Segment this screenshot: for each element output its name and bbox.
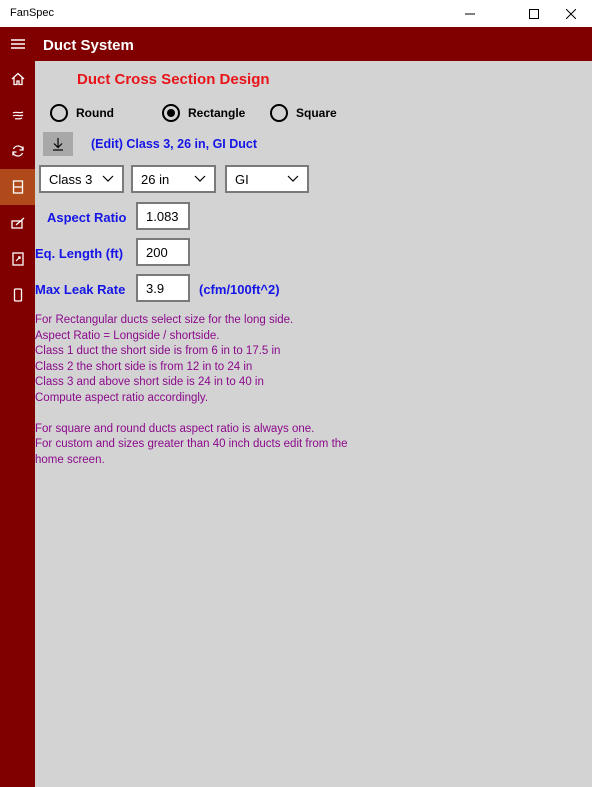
duct-icon bbox=[12, 180, 23, 194]
eq-length-label: Eq. Length (ft) bbox=[35, 246, 124, 261]
max-leak-label: Max Leak Rate bbox=[35, 282, 126, 297]
info-line: Compute aspect ratio accordingly. bbox=[35, 391, 209, 404]
info-line: For custom and sizes greater than 40 inc… bbox=[35, 438, 348, 450]
sidebar bbox=[0, 61, 35, 787]
app-title: FanSpec bbox=[10, 7, 55, 19]
sidebar-item-home[interactable] bbox=[0, 61, 35, 97]
chevron-down-icon bbox=[102, 175, 114, 182]
window-title-bar: FanSpec bbox=[0, 0, 592, 27]
radio-rectangle[interactable]: Rectangle bbox=[162, 103, 245, 123]
eq-length-field[interactable]: 200 bbox=[136, 238, 190, 266]
radio-round[interactable]: Round bbox=[50, 103, 114, 123]
max-leak-field[interactable]: 3.9 bbox=[136, 274, 190, 302]
sidebar-item-document[interactable] bbox=[0, 241, 35, 277]
class-select-value: Class 3 bbox=[49, 171, 93, 187]
radio-circle-checked bbox=[162, 104, 180, 122]
class-select[interactable]: Class 3 bbox=[39, 165, 124, 193]
aspect-ratio-field[interactable]: 1.083 bbox=[136, 202, 190, 230]
gauge-icon bbox=[10, 217, 24, 229]
info-line: Class 3 and above short side is 24 in to… bbox=[35, 376, 264, 388]
app-header: Duct System bbox=[0, 27, 592, 61]
maximize-button[interactable] bbox=[516, 0, 551, 27]
main-content: Duct Cross Section Design Round Rectangl… bbox=[35, 61, 592, 787]
radio-round-label: Round bbox=[76, 106, 114, 120]
minimize-button[interactable] bbox=[452, 0, 487, 27]
size-select[interactable]: 26 in bbox=[131, 165, 216, 193]
load-button[interactable] bbox=[43, 132, 73, 156]
sidebar-item-duct[interactable] bbox=[0, 169, 35, 205]
section-title: Duct Cross Section Design bbox=[77, 71, 270, 88]
page-title: Duct System bbox=[43, 37, 134, 54]
radio-dot bbox=[167, 109, 175, 117]
refresh-icon bbox=[11, 145, 24, 157]
size-select-value: 26 in bbox=[141, 171, 170, 187]
radio-rectangle-label: Rectangle bbox=[188, 106, 246, 120]
fan-icon bbox=[12, 111, 23, 120]
sidebar-item-gauge[interactable] bbox=[0, 205, 35, 241]
info-line: For Rectangular ducts select size for th… bbox=[35, 314, 294, 326]
edit-duct-link[interactable]: (Edit) Class 3, 26 in, GI Duct bbox=[91, 137, 257, 151]
radio-square-label: Square bbox=[296, 106, 337, 120]
close-icon bbox=[565, 8, 576, 19]
sidebar-item-device[interactable] bbox=[0, 277, 35, 313]
chevron-down-icon bbox=[287, 175, 299, 182]
document-icon bbox=[11, 252, 24, 266]
max-leak-unit: (cfm/100ft^2) bbox=[199, 282, 280, 297]
menu-button[interactable] bbox=[0, 27, 35, 61]
material-select[interactable]: GI bbox=[225, 165, 309, 193]
radio-circle bbox=[50, 104, 68, 122]
minimize-icon bbox=[464, 13, 475, 14]
hamburger-icon bbox=[10, 39, 25, 49]
info-line: Aspect Ratio = Longside / shortside. bbox=[35, 329, 220, 342]
info-line: home screen. bbox=[35, 453, 105, 466]
aspect-ratio-label: Aspect Ratio bbox=[47, 210, 127, 225]
info-line: For square and round ducts aspect ratio … bbox=[35, 422, 315, 435]
close-button[interactable] bbox=[553, 0, 588, 27]
info-line: Class 2 the short side is from 12 in to … bbox=[35, 360, 253, 373]
download-arrow-icon bbox=[53, 138, 63, 151]
sidebar-item-refresh[interactable] bbox=[0, 133, 35, 169]
home-icon bbox=[11, 72, 24, 86]
chevron-down-icon bbox=[194, 175, 206, 182]
material-select-value: GI bbox=[235, 171, 249, 187]
maximize-icon bbox=[528, 8, 539, 19]
info-text: For Rectangular ducts select size for th… bbox=[35, 313, 375, 468]
radio-circle bbox=[270, 104, 288, 122]
sidebar-item-fan[interactable] bbox=[0, 97, 35, 133]
info-line: Class 1 duct the short side is from 6 in… bbox=[35, 345, 281, 357]
radio-square[interactable]: Square bbox=[270, 103, 337, 123]
device-icon bbox=[13, 288, 22, 302]
